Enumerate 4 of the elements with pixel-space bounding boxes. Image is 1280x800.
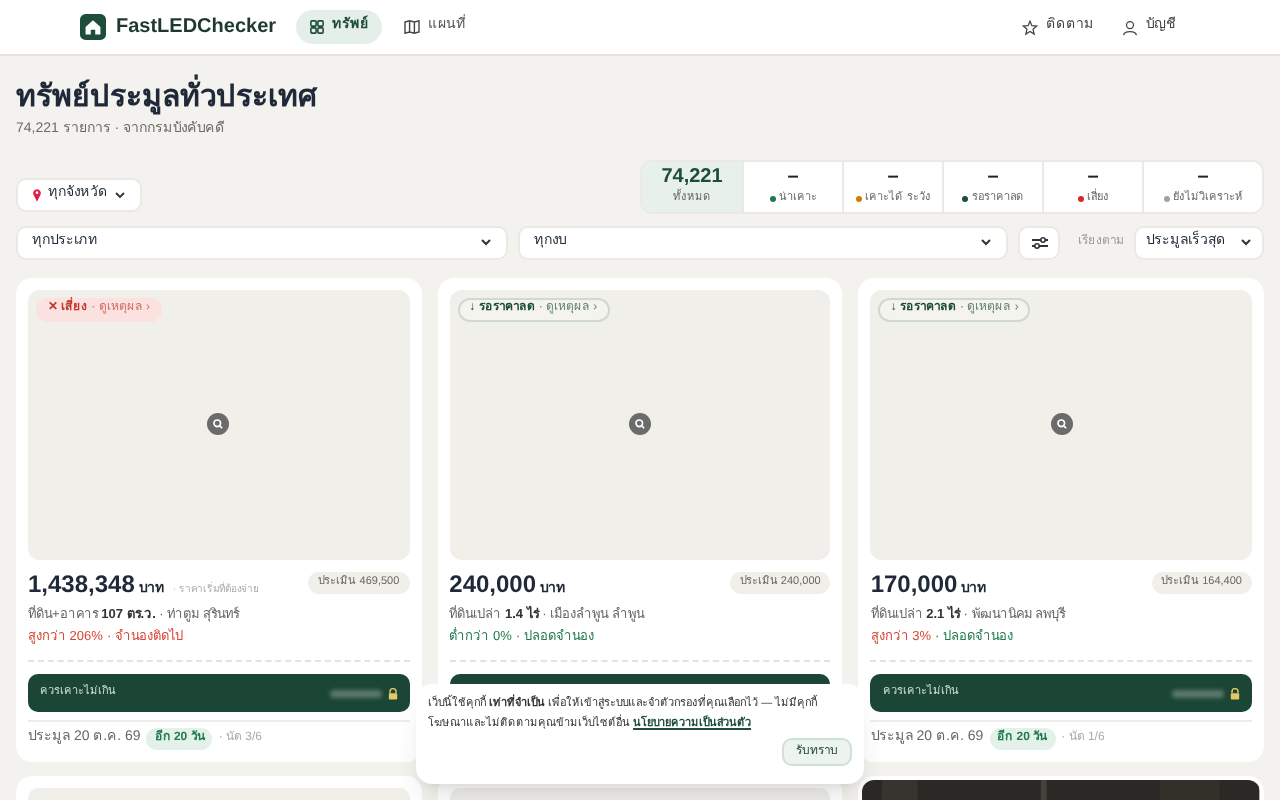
price: 240,000 [449,567,537,601]
price: 170,000 [870,567,958,601]
price: 1,438,348 [28,567,135,601]
page-title: ทรัพย์ประมูลทั่วประเทศ [16,78,1264,118]
